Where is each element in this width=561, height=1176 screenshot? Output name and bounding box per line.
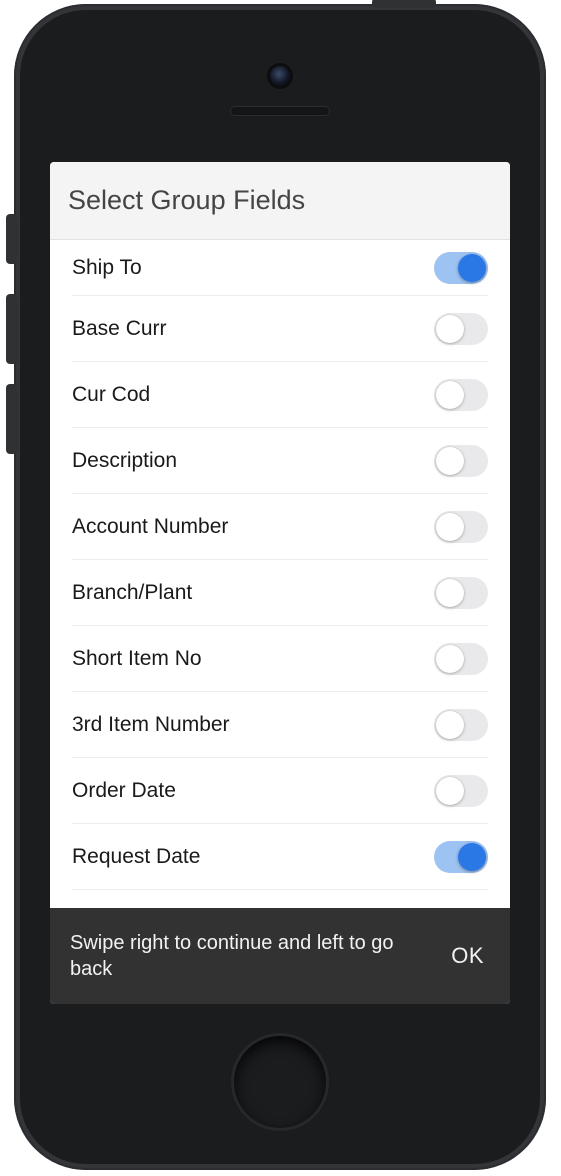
page-header: Select Group Fields xyxy=(50,162,510,240)
field-toggle[interactable] xyxy=(434,775,488,807)
field-label: Request Date xyxy=(72,845,434,869)
field-toggle[interactable] xyxy=(434,313,488,345)
field-row: Cur Cod xyxy=(72,362,488,428)
phone-bezel: Select Group Fields Ship To Base Curr Cur … xyxy=(20,10,540,1164)
field-row: Branch/Plant xyxy=(72,560,488,626)
toggle-knob-icon xyxy=(436,447,464,475)
field-row: Account Number xyxy=(72,494,488,560)
toggle-knob-icon xyxy=(436,777,464,805)
field-label: Branch/Plant xyxy=(72,581,434,605)
ok-button[interactable]: OK xyxy=(445,935,490,977)
field-row: Ship To xyxy=(72,240,488,296)
field-toggle[interactable] xyxy=(434,643,488,675)
field-row: Order Date xyxy=(72,758,488,824)
phone-camera-icon xyxy=(270,66,290,86)
footer-hint: Swipe right to continue and left to go b… xyxy=(70,930,445,982)
field-label: Order Date xyxy=(72,779,434,803)
phone-top-button xyxy=(372,0,436,8)
field-toggle[interactable] xyxy=(434,252,488,284)
toggle-knob-icon xyxy=(436,513,464,541)
field-row: 3rd Item Number xyxy=(72,692,488,758)
phone-speaker-icon xyxy=(230,106,330,116)
field-row: Request Date xyxy=(72,824,488,890)
phone-volume-down xyxy=(6,384,18,454)
field-toggle[interactable] xyxy=(434,709,488,741)
field-row: Short Item No xyxy=(72,626,488,692)
phone-mute-switch xyxy=(6,214,18,264)
phone-volume-up xyxy=(6,294,18,364)
field-toggle[interactable] xyxy=(434,577,488,609)
field-label: 3rd Item Number xyxy=(72,713,434,737)
field-label: Cur Cod xyxy=(72,383,434,407)
field-toggle[interactable] xyxy=(434,379,488,411)
toggle-knob-icon xyxy=(458,843,486,871)
field-list[interactable]: Ship To Base Curr Cur Cod Description Accoun… xyxy=(50,240,510,908)
phone-home-button[interactable] xyxy=(234,1036,326,1128)
field-label: Ship To xyxy=(72,256,434,280)
field-toggle[interactable] xyxy=(434,841,488,873)
toggle-knob-icon xyxy=(436,645,464,673)
field-label: Short Item No xyxy=(72,647,434,671)
toggle-knob-icon xyxy=(436,381,464,409)
footer-bar: Swipe right to continue and left to go b… xyxy=(50,908,510,1004)
app-screen: Select Group Fields Ship To Base Curr Cur … xyxy=(50,162,510,1004)
field-label: Account Number xyxy=(72,515,434,539)
field-row: Description xyxy=(72,428,488,494)
field-label: Description xyxy=(72,449,434,473)
field-toggle[interactable] xyxy=(434,445,488,477)
toggle-knob-icon xyxy=(436,315,464,343)
page-title: Select Group Fields xyxy=(68,185,305,216)
toggle-knob-icon xyxy=(436,711,464,739)
toggle-knob-icon xyxy=(436,579,464,607)
phone-frame: Select Group Fields Ship To Base Curr Cur … xyxy=(14,4,546,1170)
field-toggle[interactable] xyxy=(434,511,488,543)
field-row: Base Curr xyxy=(72,296,488,362)
field-label: Base Curr xyxy=(72,317,434,341)
toggle-knob-icon xyxy=(458,254,486,282)
